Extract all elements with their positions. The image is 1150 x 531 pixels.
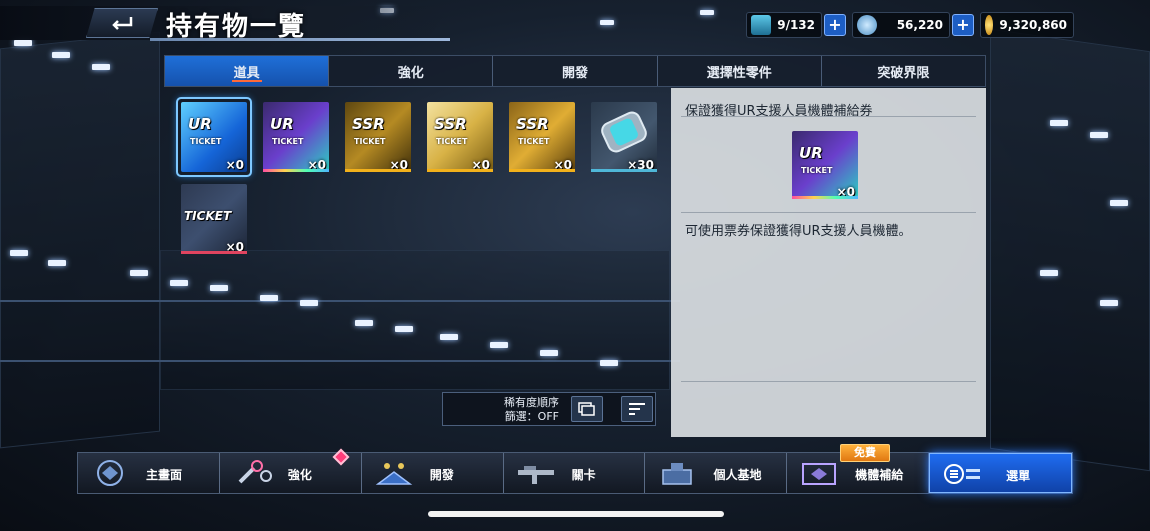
inventory-item-ssr-ticket-3[interactable]: SSR TICKET ×0 <box>506 99 578 175</box>
inventory-item-ssr-ticket-1[interactable]: SSR TICKET ×0 <box>342 99 414 175</box>
inventory-item-ur-ticket-rainbow[interactable]: UR TICKET ×0 <box>260 99 332 175</box>
gem-icon <box>857 15 877 35</box>
development-icon <box>375 463 412 485</box>
tab-optional-parts[interactable]: 選擇性零件 <box>658 56 822 86</box>
filter-cards-icon <box>578 402 595 416</box>
gem-counter: 56,220 <box>852 12 950 38</box>
add-capacity-button[interactable]: + <box>824 14 846 36</box>
rifle-icon <box>517 466 554 484</box>
category-tabs: 道具 強化 開發 選擇性零件 突破界限 <box>164 55 986 87</box>
nav-personal-base[interactable]: 個人基地 <box>645 453 788 493</box>
inventory-item-ticket-red[interactable]: TICKET ×0 <box>178 181 250 257</box>
tab-enhance[interactable]: 強化 <box>329 56 494 86</box>
pilot-capacity-icon <box>751 15 771 35</box>
sort-filter-box: 稀有度順序 篩選：OFF <box>442 392 656 426</box>
free-badge: 免費 <box>840 444 890 462</box>
tab-limit-break[interactable]: 突破界限 <box>822 56 985 86</box>
back-arrow-icon <box>112 17 133 30</box>
supply-icon <box>802 463 837 485</box>
sort-lines-icon <box>629 403 645 415</box>
inventory-grid: UR TICKET ×0 UR TICKET ×0 SSR TICKET ×0 … <box>176 97 662 265</box>
nav-menu[interactable]: 選單 <box>929 453 1073 493</box>
item-detail-panel: 保證獲得UR支援人員機體補給券 UR TICKET ×0 可使用票券保證獲得UR… <box>671 88 986 437</box>
wrench-icon <box>238 460 272 484</box>
sort-status: 稀有度順序 篩選：OFF <box>504 396 559 423</box>
bottom-navigation: 主畫面 強化 開發 關卡 個人基地 機體補給 選單 <box>77 452 1073 494</box>
coin-icon <box>985 15 994 35</box>
nav-stages[interactable]: 關卡 <box>504 453 646 493</box>
back-button[interactable] <box>86 8 158 38</box>
menu-icon <box>944 464 981 484</box>
home-emblem-icon <box>97 460 123 486</box>
inventory-item-canister[interactable]: ×30 <box>588 99 660 175</box>
item-detail-icon: UR TICKET ×0 <box>789 128 861 202</box>
coin-counter: 9,320,860 <box>980 12 1074 38</box>
item-detail-description: 可使用票券保證獲得UR支援人員機體。 <box>685 224 912 239</box>
inventory-item-ur-ticket-blue[interactable]: UR TICKET ×0 <box>176 97 252 177</box>
nav-development[interactable]: 開發 <box>362 453 504 493</box>
inventory-item-ssr-ticket-2[interactable]: SSR TICKET ×0 <box>424 99 496 175</box>
sort-order-button[interactable] <box>621 396 653 422</box>
pilot-capacity-counter: 9/132 <box>746 12 822 38</box>
tab-development[interactable]: 開發 <box>493 56 658 86</box>
title-bar: 持有物一覽 <box>0 0 460 44</box>
home-indicator[interactable] <box>428 511 724 517</box>
add-gems-button[interactable]: + <box>952 14 974 36</box>
filter-button[interactable] <box>571 396 603 422</box>
nav-home[interactable]: 主畫面 <box>78 453 220 493</box>
base-icon <box>662 463 693 485</box>
tab-items[interactable]: 道具 <box>165 56 330 86</box>
